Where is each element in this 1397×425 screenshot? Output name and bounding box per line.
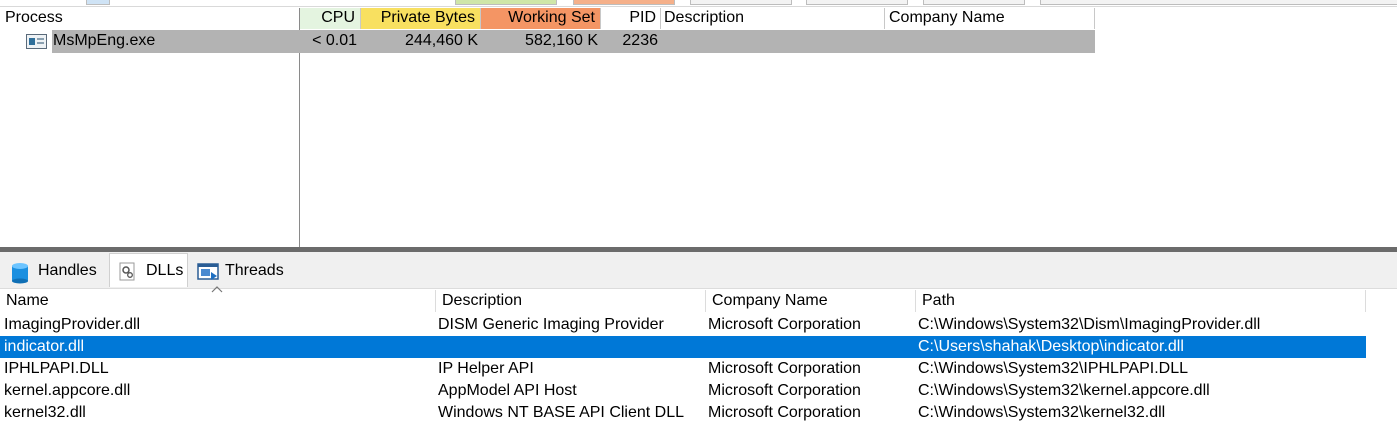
dll-company: Microsoft Corporation — [708, 382, 861, 399]
tab-handles[interactable]: Handles — [2, 255, 108, 286]
dll-row[interactable]: kernel32.dll Windows NT BASE API Client … — [0, 402, 1366, 424]
process-name: MsMpEng.exe — [53, 32, 156, 49]
process-private-bytes: 244,460 K — [405, 32, 478, 49]
process-row[interactable]: MsMpEng.exe < 0.01 244,460 K 582,160 K 2… — [0, 30, 1397, 53]
dll-company: Microsoft Corporation — [708, 316, 861, 333]
tab-threads[interactable]: Threads — [189, 255, 290, 286]
dll-name: IPHLPAPI.DLL — [4, 360, 109, 377]
dll-description: DISM Generic Imaging Provider — [438, 316, 664, 333]
dll-path: C:\Windows\System32\kernel32.dll — [918, 404, 1166, 421]
dll-row[interactable]: ImagingProvider.dll DISM Generic Imaging… — [0, 314, 1366, 336]
dll-row[interactable]: IPHLPAPI.DLL IP Helper API Microsoft Cor… — [0, 358, 1366, 380]
column-header-process[interactable]: Process — [0, 8, 300, 29]
dll-list-scroll-gutter — [1366, 290, 1397, 425]
column-header-private-bytes[interactable]: Private Bytes — [361, 8, 481, 29]
process-list-header: Process CPU Private Bytes Working Set PI… — [0, 8, 1397, 29]
dll-path: C:\Windows\System32\IPHLPAPI.DLL — [918, 360, 1189, 377]
dll-path: C:\Windows\System32\Dism\ImagingProvider… — [918, 316, 1261, 333]
dll-company — [708, 336, 914, 358]
column-header-company-name[interactable]: Company Name — [885, 8, 1095, 29]
column-header-working-set[interactable]: Working Set — [481, 8, 601, 29]
tab-label: DLLs — [146, 262, 184, 279]
column-header-pid[interactable]: PID — [601, 8, 661, 29]
column-header-cpu[interactable]: CPU — [300, 8, 361, 29]
process-working-set: 582,160 K — [525, 32, 598, 49]
tab-dlls[interactable]: DLLs — [109, 253, 188, 287]
tab-label: Handles — [38, 262, 97, 279]
dll-company: Microsoft Corporation — [708, 360, 861, 377]
dll-path: C:\Windows\System32\kernel.appcore.dll — [918, 382, 1210, 399]
dll-row[interactable]: kernel.appcore.dll AppModel API Host Mic… — [0, 380, 1366, 402]
column-header-path[interactable]: Path — [916, 290, 1366, 312]
column-header-name[interactable]: Name — [0, 290, 436, 312]
dll-list-header: Name Description Company Name Path — [0, 290, 1397, 312]
toolbar-strip — [0, 0, 1397, 7]
process-pid: 2236 — [622, 32, 658, 49]
tab-label: Threads — [225, 262, 284, 279]
process-window-icon — [26, 34, 47, 49]
dll-description: AppModel API Host — [438, 382, 577, 399]
window-threads-icon — [197, 262, 219, 282]
dll-name: ImagingProvider.dll — [4, 316, 141, 333]
dll-name: kernel.appcore.dll — [4, 382, 131, 399]
dll-description — [438, 336, 704, 358]
dll-path: C:\Users\shahak\Desktop\indicator.dll — [918, 338, 1184, 355]
dll-description: Windows NT BASE API Client DLL — [438, 404, 685, 421]
cylinder-icon — [10, 262, 30, 284]
dll-description: IP Helper API — [438, 360, 534, 377]
column-header-description[interactable]: Description — [436, 290, 706, 312]
gears-icon — [118, 261, 138, 281]
dll-company: Microsoft Corporation — [708, 404, 861, 421]
lower-pane-tabbar: Handles DLLs Threads — [0, 252, 1397, 289]
dll-name: indicator.dll — [4, 338, 85, 355]
dll-name: kernel32.dll — [4, 404, 86, 421]
column-header-description[interactable]: Description — [661, 8, 885, 29]
column-header-company-name[interactable]: Company Name — [706, 290, 916, 312]
process-cpu: < 0.01 — [312, 32, 357, 49]
dll-row-selected[interactable]: indicator.dll C:\Users\shahak\Desktop\in… — [0, 336, 1366, 358]
